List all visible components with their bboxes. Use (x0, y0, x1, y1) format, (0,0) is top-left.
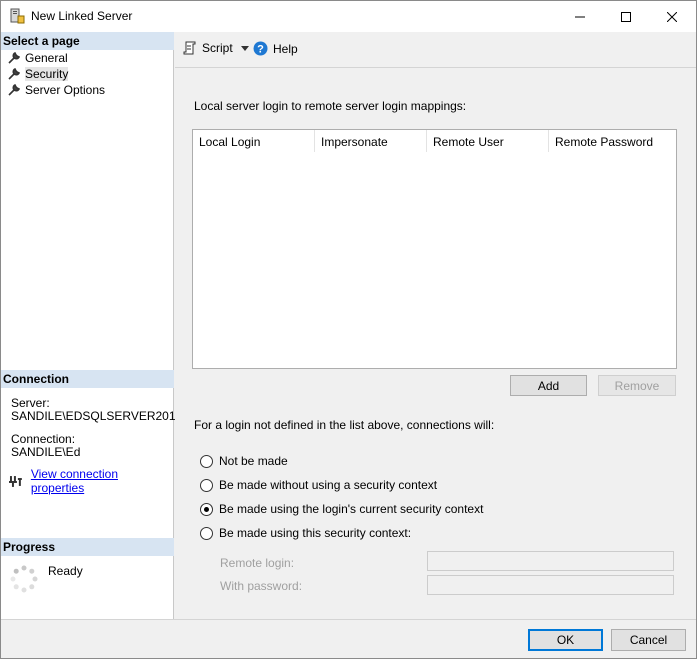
chevron-down-icon[interactable] (240, 45, 249, 51)
column-header-remote-password[interactable]: Remote Password (549, 130, 676, 152)
help-button[interactable]: ? Help (253, 41, 298, 56)
connection-properties-icon (9, 476, 22, 487)
maximize-button[interactable] (603, 1, 649, 32)
column-header-local-login[interactable]: Local Login (193, 130, 315, 152)
connection-label: Connection: (11, 432, 76, 446)
option-label: Be made without using a security context (219, 478, 438, 492)
remote-login-label: Remote login: (220, 556, 295, 570)
help-icon: ? (253, 41, 268, 56)
option-this-security-context[interactable]: Be made using this security context: (200, 526, 411, 540)
select-page-header: Select a page (1, 32, 174, 50)
server-label: Server: (11, 396, 50, 410)
new-linked-server-dialog: New Linked Server Select a page General … (0, 0, 697, 659)
minimize-button[interactable] (557, 1, 603, 32)
connection-value: SANDILE\Ed (11, 445, 81, 459)
close-icon (667, 11, 677, 22)
svg-text:?: ? (257, 44, 264, 56)
script-icon (183, 41, 196, 55)
option-label: Be made using this security context: (219, 526, 412, 540)
ok-button[interactable]: OK (528, 629, 603, 651)
help-label: Help (273, 41, 298, 56)
linked-server-icon (10, 8, 25, 24)
progress-status: Ready (48, 564, 83, 578)
view-connection-properties-label: View connection properties (30, 467, 118, 495)
with-password-label: With password: (220, 579, 303, 593)
not-defined-label: For a login not defined in the list abov… (194, 418, 495, 432)
page-security[interactable]: Security (7, 66, 69, 82)
wrench-icon (8, 83, 21, 96)
page-general[interactable]: General (7, 50, 68, 66)
option-label: Not be made (219, 454, 288, 468)
toolbar: Script ? Help (175, 32, 696, 68)
radio-login-current-security-context[interactable] (200, 502, 213, 516)
window-title: New Linked Server (31, 9, 133, 23)
title-bar: New Linked Server (1, 1, 696, 32)
mappings-label: Local server login to remote server logi… (194, 99, 467, 113)
minimize-icon (575, 16, 585, 17)
radio-not-be-made[interactable] (200, 454, 213, 468)
add-button[interactable]: Add (510, 375, 587, 396)
cancel-button[interactable]: Cancel (611, 629, 686, 651)
radio-without-security-context[interactable] (200, 478, 213, 492)
script-label: Script (202, 41, 233, 55)
wrench-icon (8, 67, 21, 80)
server-value: SANDILE\EDSQLSERVER2019 (11, 409, 183, 423)
option-not-be-made[interactable]: Not be made (200, 454, 288, 468)
option-label: Be made using the login's current securi… (219, 502, 484, 516)
page-label-security: Security (25, 67, 69, 81)
progress-spinner-icon (10, 565, 38, 593)
column-header-impersonate[interactable]: Impersonate (315, 130, 427, 152)
left-pane: Select a page General Security Server Op… (1, 32, 182, 619)
remote-login-field[interactable] (427, 551, 674, 571)
option-login-current-security-context[interactable]: Be made using the login's current securi… (200, 502, 483, 516)
maximize-icon (621, 11, 631, 22)
progress-header: Progress (1, 538, 174, 556)
close-button[interactable] (649, 1, 695, 32)
script-button[interactable]: Script (183, 41, 249, 55)
radio-this-security-context[interactable] (200, 526, 213, 540)
view-connection-properties-link[interactable]: View connection properties (9, 467, 173, 495)
login-mappings-grid[interactable]: Local Login Impersonate Remote User Remo… (192, 129, 677, 369)
remove-button[interactable]: Remove (598, 375, 676, 396)
page-server-options[interactable]: Server Options (7, 82, 105, 98)
with-password-field[interactable] (427, 575, 674, 595)
wrench-icon (8, 51, 21, 64)
page-label-general: General (25, 51, 68, 65)
option-without-security-context[interactable]: Be made without using a security context (200, 478, 437, 492)
connection-header: Connection (1, 370, 174, 388)
column-header-remote-user[interactable]: Remote User (427, 130, 549, 152)
page-label-server-options: Server Options (25, 83, 106, 97)
grid-header: Local Login Impersonate Remote User Remo… (193, 130, 676, 152)
